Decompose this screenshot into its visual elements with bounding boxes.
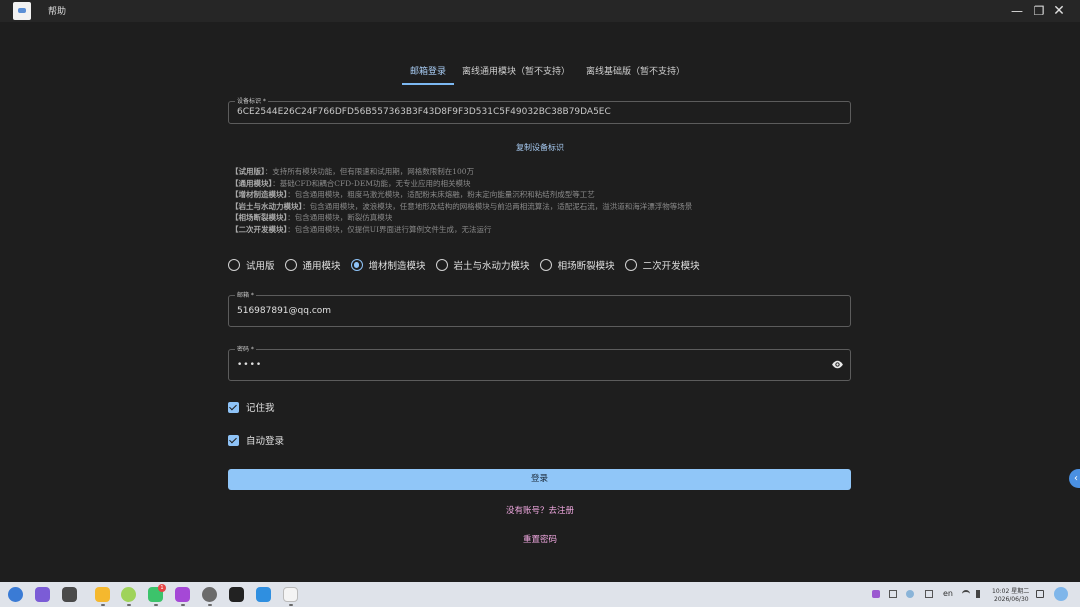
radio-label[interactable]: 岩土与水动力模块 [454,258,530,272]
tray-app-icon[interactable] [872,590,880,598]
copy-device-id-button[interactable]: 复制设备标识 [0,142,1080,153]
tab-email-login[interactable]: 邮箱登录 [402,60,454,85]
multitask-view-icon[interactable] [62,587,77,602]
close-button[interactable]: ✕ [1051,3,1067,19]
wifi-icon[interactable] [962,590,970,598]
store-app-icon[interactable] [175,587,190,602]
desc-text: ：基础CFD和耦合CFD-DEM功能，无专业应用的相关模块 [272,178,471,188]
browser-app-icon[interactable] [121,587,136,602]
radio-unchecked-icon[interactable] [284,259,297,271]
eye-icon[interactable] [831,360,844,369]
files-app-icon[interactable] [95,587,110,602]
search-app-icon[interactable] [35,587,50,602]
notification-badge: 1 [158,584,166,592]
password-label: 密码 * [235,344,256,353]
desc-text: ：包含通用模块，断裂仿真模块 [287,213,393,222]
radio-general[interactable]: 通用模块 [284,258,341,272]
desc-text: ：包含通用模块，仅提供UI界面进行算例文件生成，无法运行 [287,224,492,234]
desc-text: ：包含通用模块，粗度马激光模块，适配粉末床熔融，粉末定向能量沉积和粘结剂成型等工… [287,190,595,199]
login-tabs: 邮箱登录 离线通用模块（暂不支持） 离线基础版（暂不支持） [402,60,693,85]
module-radio-group: 试用版 通用模块 增材制造模块 岩土与水动力模块 相场断裂模块 二次开发模块 [228,258,710,272]
auto-login-checkbox[interactable]: 自动登录 [228,433,284,447]
clock-time[interactable]: 10:02 星期二 [992,586,1029,595]
running-indicator [127,604,131,606]
password-value[interactable]: •••• [237,360,262,370]
desc-line: 【二次开发模块】：包含通用模块，仅提供UI界面进行算例文件生成，无法运行 [231,224,692,236]
login-button[interactable]: 登录 [228,469,851,490]
radio-checked-icon[interactable] [350,259,363,271]
desc-title: 【通用模块】 [231,178,273,188]
app-logo-icon [13,2,31,20]
tab-offline-basic[interactable]: 离线基础版（暂不支持） [578,60,693,85]
input-language[interactable]: en [943,589,953,598]
settings-app-icon[interactable] [202,587,217,602]
desc-title: 【相场断裂模块】 [231,213,288,222]
radio-phase-field[interactable]: 相场断裂模块 [539,258,615,272]
radio-geotech[interactable]: 岩土与水动力模块 [435,258,530,272]
desc-text: ：包含通用模块，波浪模块，任意地形及结构的网格模块与前沿两相流算法，适配泥石流，… [302,201,693,211]
remember-me-label[interactable]: 记住我 [246,400,275,414]
title-bar: 帮助 — ❐ ✕ [0,0,1080,22]
remember-me-checkbox[interactable]: 记住我 [228,400,275,414]
email-field[interactable]: 邮箱 * 516987891@qq.com [228,290,851,327]
editor-app-icon[interactable] [256,587,271,602]
email-label: 邮箱 * [235,290,256,299]
reset-password-link[interactable]: 重置密码 [0,533,1080,545]
radio-label[interactable]: 增材制造模块 [369,258,426,272]
desc-text: ：支持所有模块功能，但有限速和试用期，网格数限制在100万 [264,167,475,176]
message-icon[interactable] [1036,590,1044,598]
radio-additive[interactable]: 增材制造模块 [350,258,426,272]
minimize-button[interactable]: — [1009,3,1025,19]
desc-title: 【增材制造模块】 [231,190,288,199]
desc-title: 【二次开发模块】 [231,224,288,234]
radio-unchecked-icon[interactable] [539,259,552,271]
radio-unchecked-icon[interactable] [228,259,240,271]
running-indicator [208,604,212,606]
running-app-icon[interactable] [283,587,298,602]
device-id-field[interactable]: 设备标识 * 6CE2544E26C24F766DFD56B557363B3F4… [228,96,851,124]
radio-unchecked-icon[interactable] [435,259,448,271]
radio-label[interactable]: 相场断裂模块 [558,258,615,272]
auto-login-label[interactable]: 自动登录 [246,433,284,447]
running-indicator [289,604,293,606]
checkbox-checked-icon[interactable] [228,434,239,446]
device-id-value[interactable]: 6CE2544E26C24F766DFD56B557363B3F43D8F9F3… [237,107,611,117]
desc-title: 【岩土与水动力模块】 [231,201,303,211]
checkbox-checked-icon[interactable] [228,401,239,413]
menu-help[interactable]: 帮助 [48,4,66,17]
desc-line: 【试用版】：支持所有模块功能，但有限速和试用期，网格数限制在100万 [231,166,692,178]
desc-line: 【增材制造模块】：包含通用模块，粗度马激光模块，适配粉末床熔融，粉末定向能量沉积… [231,189,692,201]
clipboard-icon[interactable] [889,590,897,598]
radio-unchecked-icon[interactable] [624,259,637,271]
running-indicator [154,604,158,606]
desc-line: 【相场断裂模块】：包含通用模块，断裂仿真模块 [231,212,692,224]
assistant-icon[interactable] [1054,587,1068,601]
launcher-icon[interactable] [8,587,23,602]
device-id-label: 设备标识 * [235,96,268,105]
register-link[interactable]: 没有账号？去注册 [0,504,1080,516]
radio-secondary-dev[interactable]: 二次开发模块 [624,258,700,272]
password-field[interactable]: 密码 * •••• [228,344,851,381]
email-value[interactable]: 516987891@qq.com [237,306,331,316]
radio-label[interactable]: 二次开发模块 [643,258,700,272]
maximize-button[interactable]: ❐ [1031,3,1047,19]
running-indicator [101,604,105,606]
cloud-icon[interactable] [906,590,914,598]
running-indicator [181,604,185,606]
radio-trial[interactable]: 试用版 [228,258,275,272]
volume-icon[interactable] [976,590,984,598]
desc-line: 【岩土与水动力模块】：包含通用模块，波浪模块，任意地形及结构的网格模块与前沿两相… [231,201,692,213]
note-icon[interactable] [925,590,933,598]
module-descriptions: 【试用版】：支持所有模块功能，但有限速和试用期，网格数限制在100万 【通用模块… [231,166,692,235]
radio-label[interactable]: 通用模块 [303,258,341,272]
desc-line: 【通用模块】：基础CFD和耦合CFD-DEM功能，无专业应用的相关模块 [231,178,692,190]
terminal-app-icon[interactable] [229,587,244,602]
tab-offline-general[interactable]: 离线通用模块（暂不支持） [454,60,578,85]
clock-date[interactable]: 2026/06/30 [994,596,1029,603]
radio-label[interactable]: 试用版 [246,258,275,272]
desc-title: 【试用版】 [231,167,265,176]
side-panel-chevron-icon[interactable]: ‹ [1069,469,1080,488]
